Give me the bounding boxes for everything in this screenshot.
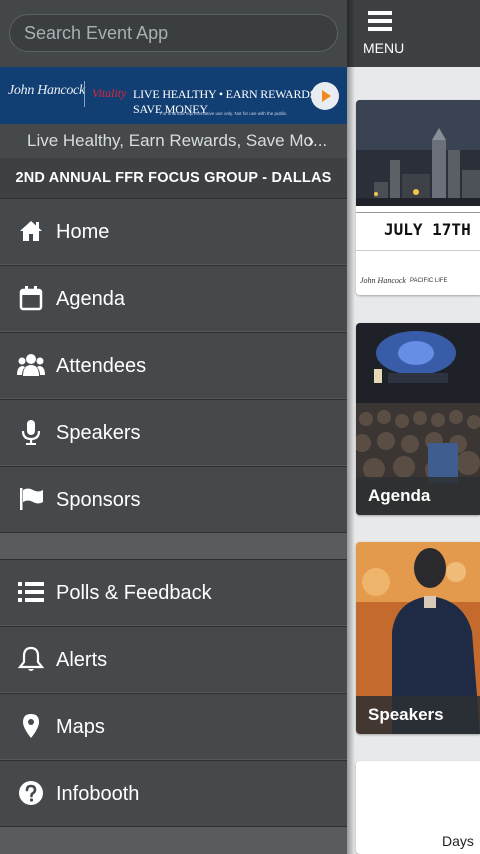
menu-label: MENU [363, 40, 405, 56]
hero-sponsor-logo: John Hancock [360, 276, 406, 285]
nav-divider [0, 532, 347, 559]
hamburger-icon [368, 11, 392, 31]
event-title: 2ND ANNUAL FFR FOCUS GROUP - DALLAS [0, 158, 347, 198]
speakers-tile-label: Speakers [356, 696, 480, 734]
ad-vitality-logo: Vitality [92, 86, 127, 100]
event-hero-tile[interactable]: JULY 17TH - 1 John Hancock PACIFIC LIFE [356, 100, 480, 295]
nav-item-infobooth[interactable]: Infobooth [0, 760, 347, 827]
nav-divider [0, 826, 347, 854]
nav-item-attendees[interactable]: Attendees [0, 332, 347, 399]
menu-button[interactable]: MENU [347, 0, 480, 67]
nav-item-alerts[interactable]: Alerts [0, 626, 347, 693]
hero-date: JULY 17TH - 1 [384, 220, 480, 239]
countdown-unit-label: Days [442, 833, 474, 849]
ad-brand-logo: John Hancock [8, 83, 85, 98]
chevron-right-icon[interactable]: › [308, 124, 314, 158]
nav-label: Home [56, 221, 110, 243]
ad-disclaimer: For financial representative use only. N… [160, 111, 288, 116]
drawer-shadow [347, 0, 355, 854]
question-circle-icon [19, 781, 43, 805]
nav-label: Sponsors [56, 489, 141, 511]
microphone-icon [21, 420, 41, 445]
nav-item-polls-feedback[interactable]: Polls & Feedback [0, 559, 347, 626]
map-pin-icon [23, 714, 39, 738]
agenda-tile[interactable]: Agenda [356, 323, 480, 515]
ad-caption[interactable]: Live Healthy, Earn Rewards, Save Mo... [0, 124, 347, 158]
hero-sponsor-logo: PACIFIC LIFE [410, 278, 448, 284]
people-icon [17, 354, 45, 376]
nav-label: Speakers [56, 422, 141, 444]
city-skyline-image [356, 100, 480, 295]
home-icon [20, 221, 42, 241]
nav-item-sponsors[interactable]: Sponsors [0, 466, 347, 533]
ad-divider [84, 81, 85, 107]
speakers-tile[interactable]: Speakers [356, 542, 480, 734]
nav-label: Agenda [56, 288, 125, 310]
ad-banner[interactable]: John Hancock Vitality LIVE HEALTHY • EAR… [0, 67, 347, 124]
countdown-tile[interactable]: Days [356, 761, 480, 854]
list-icon [18, 582, 44, 602]
calendar-icon [19, 286, 43, 311]
nav-label: Attendees [56, 355, 147, 377]
nav-item-home[interactable]: Home [0, 198, 347, 265]
nav-item-agenda[interactable]: Agenda [0, 265, 347, 332]
flag-icon [20, 488, 43, 510]
nav-label: Infobooth [56, 783, 140, 805]
main-content: JULY 17TH - 1 John Hancock PACIFIC LIFE … [347, 67, 480, 854]
nav-label: Alerts [56, 649, 108, 671]
ad-arrow-icon[interactable] [311, 82, 339, 110]
nav-label: Maps [56, 716, 105, 738]
navigation-drawer: John Hancock Vitality LIVE HEALTHY • EAR… [0, 0, 347, 854]
agenda-tile-label: Agenda [356, 477, 480, 515]
nav-item-speakers[interactable]: Speakers [0, 399, 347, 466]
bell-icon [17, 646, 45, 671]
nav-label: Polls & Feedback [56, 582, 212, 604]
search-bar [0, 0, 347, 67]
nav-item-maps[interactable]: Maps [0, 693, 347, 760]
search-input[interactable] [9, 14, 338, 52]
